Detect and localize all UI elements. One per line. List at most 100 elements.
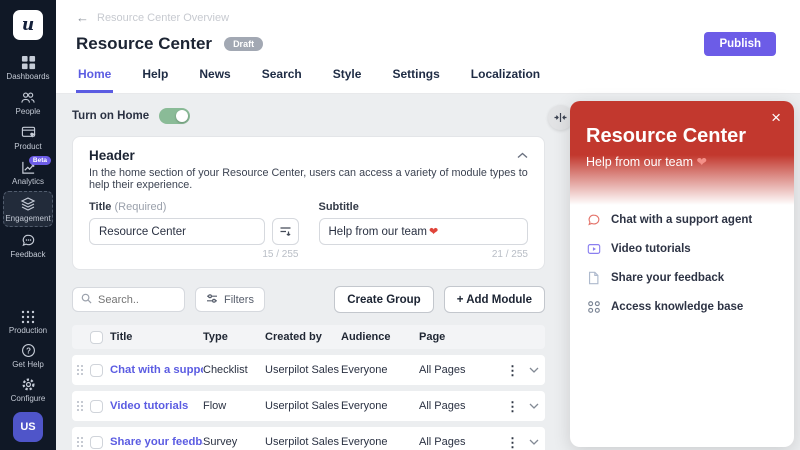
tab-home[interactable]: Home: [76, 67, 113, 93]
row-checkbox[interactable]: [90, 364, 103, 377]
card-description: In the home section of your Resource Cen…: [89, 167, 528, 191]
heart-icon: ❤: [429, 225, 438, 238]
userpilot-logo: u: [13, 10, 43, 40]
search-icon: [81, 291, 92, 309]
search-input[interactable]: [72, 287, 185, 312]
table-header-row: Title Type Created by Audience Page: [72, 325, 545, 349]
chevron-down-icon[interactable]: [529, 403, 539, 409]
chat-icon: [586, 213, 601, 227]
turn-on-home-label: Turn on Home: [72, 110, 149, 122]
back-arrow-icon[interactable]: ←: [76, 10, 89, 25]
publish-button[interactable]: Publish: [704, 32, 776, 56]
video-icon: [586, 242, 601, 256]
turn-on-home-toggle[interactable]: [159, 108, 190, 124]
title-required-hint: (Required): [114, 201, 166, 213]
drag-handle-icon[interactable]: [76, 400, 90, 412]
status-badge: Draft: [224, 37, 263, 51]
sidebar-item-label: Get Help: [12, 360, 44, 369]
sidebar-item-label: Product: [14, 142, 42, 151]
sidebar-item-label: Configure: [11, 394, 46, 403]
module-title-link[interactable]: Chat with a suppo...: [110, 364, 203, 376]
kebab-menu-icon[interactable]: ⋮: [506, 400, 519, 413]
module-title-link[interactable]: Video tutorials: [110, 400, 203, 412]
sidebar-item-label: Engagement: [5, 214, 50, 223]
select-all-checkbox[interactable]: [90, 331, 103, 344]
table-row: Chat with a suppo... Checklist Userpilot…: [72, 355, 545, 385]
sidebar-item-analytics[interactable]: Beta Analytics: [3, 156, 53, 189]
sidebar-item-feedback[interactable]: Feedback: [3, 229, 53, 262]
preview-item-chat[interactable]: Chat with a support agent: [586, 213, 778, 227]
add-module-button[interactable]: + Add Module: [444, 286, 545, 313]
filters-button[interactable]: Filters: [195, 287, 265, 312]
table-row: Video tutorials Flow Userpilot Sales Eve…: [72, 391, 545, 421]
sidebar-item-dashboards[interactable]: Dashboards: [3, 51, 53, 84]
chevron-down-icon[interactable]: [529, 439, 539, 445]
modules-table: Title Type Created by Audience Page Chat…: [72, 325, 545, 450]
module-title-link[interactable]: Share your feedba...: [110, 436, 203, 448]
tab-news[interactable]: News: [197, 67, 232, 93]
kebab-menu-icon[interactable]: ⋮: [506, 364, 519, 377]
col-audience: Audience: [341, 331, 419, 343]
create-group-button[interactable]: Create Group: [334, 286, 434, 313]
people-icon: [20, 90, 36, 105]
page-title: Resource Center: [76, 34, 212, 54]
sidebar-item-people[interactable]: People: [3, 86, 53, 119]
sidebar-item-label: People: [16, 107, 41, 116]
sidebar: u Dashboards People Product Beta Analyt: [0, 0, 56, 450]
subtitle-field-label: Subtitle: [319, 201, 359, 213]
sidebar-item-product[interactable]: Product: [3, 121, 53, 154]
engagement-icon: [20, 196, 36, 212]
beta-badge: Beta: [29, 156, 51, 165]
tab-help[interactable]: Help: [140, 67, 170, 93]
sidebar-item-get-help[interactable]: ? Get Help: [3, 339, 53, 372]
col-title: Title: [110, 331, 203, 343]
tab-style[interactable]: Style: [331, 67, 364, 93]
subtitle-char-count: 21 / 255: [319, 249, 529, 260]
preview-subtitle: Help from our team: [586, 155, 693, 169]
row-checkbox[interactable]: [90, 400, 103, 413]
tab-settings[interactable]: Settings: [390, 67, 441, 93]
preview-title: Resource Center: [586, 125, 778, 148]
knowledge-grid-icon: [586, 300, 601, 314]
tab-localization[interactable]: Localization: [469, 67, 542, 93]
heart-icon: ❤: [696, 155, 706, 169]
sidebar-item-engagement[interactable]: Engagement: [3, 191, 53, 227]
gear-icon: [21, 377, 36, 392]
col-page: Page: [419, 331, 497, 343]
card-title: Header: [89, 148, 135, 163]
sidebar-item-label: Analytics: [12, 177, 44, 186]
row-checkbox[interactable]: [90, 436, 103, 449]
close-icon[interactable]: ×: [771, 109, 781, 126]
sidebar-item-configure[interactable]: Configure: [3, 373, 53, 406]
chevron-up-icon[interactable]: [517, 152, 528, 159]
drag-handle-icon[interactable]: [76, 436, 90, 448]
resource-center-preview: × Resource Center Help from our team ❤ C…: [570, 101, 794, 447]
product-icon: [21, 125, 36, 140]
table-row: Share your feedba... Survey Userpilot Sa…: [72, 427, 545, 450]
content-area: Turn on Home Header In the home section …: [56, 94, 800, 450]
col-created-by: Created by: [265, 331, 341, 343]
feedback-icon: [21, 233, 36, 248]
sidebar-item-production[interactable]: Production: [3, 306, 53, 338]
text-options-icon[interactable]: [272, 218, 299, 245]
kebab-menu-icon[interactable]: ⋮: [506, 436, 519, 449]
breadcrumb[interactable]: ← Resource Center Overview: [76, 10, 776, 25]
title-field-label: Title: [89, 201, 111, 213]
title-input[interactable]: [89, 218, 265, 245]
subtitle-input[interactable]: Help from our team ❤: [319, 218, 529, 245]
drag-handle-icon[interactable]: [76, 364, 90, 376]
user-avatar[interactable]: US: [13, 412, 43, 442]
top-header: ← Resource Center Overview Resource Cent…: [56, 0, 800, 94]
tab-bar: Home Help News Search Style Settings Loc…: [76, 67, 776, 93]
chevron-down-icon[interactable]: [529, 367, 539, 373]
preview-item-feedback[interactable]: Share your feedback: [586, 271, 778, 285]
header-card: Header In the home section of your Resou…: [72, 136, 545, 270]
document-icon: [586, 271, 601, 285]
preview-item-knowledge[interactable]: Access knowledge base: [586, 300, 778, 314]
sidebar-item-label: Production: [9, 326, 47, 335]
svg-text:?: ?: [26, 346, 31, 355]
app-window: u Dashboards People Product Beta Analyt: [0, 0, 800, 450]
tab-search[interactable]: Search: [260, 67, 304, 93]
sidebar-item-label: Dashboards: [6, 72, 49, 81]
preview-item-video[interactable]: Video tutorials: [586, 242, 778, 256]
